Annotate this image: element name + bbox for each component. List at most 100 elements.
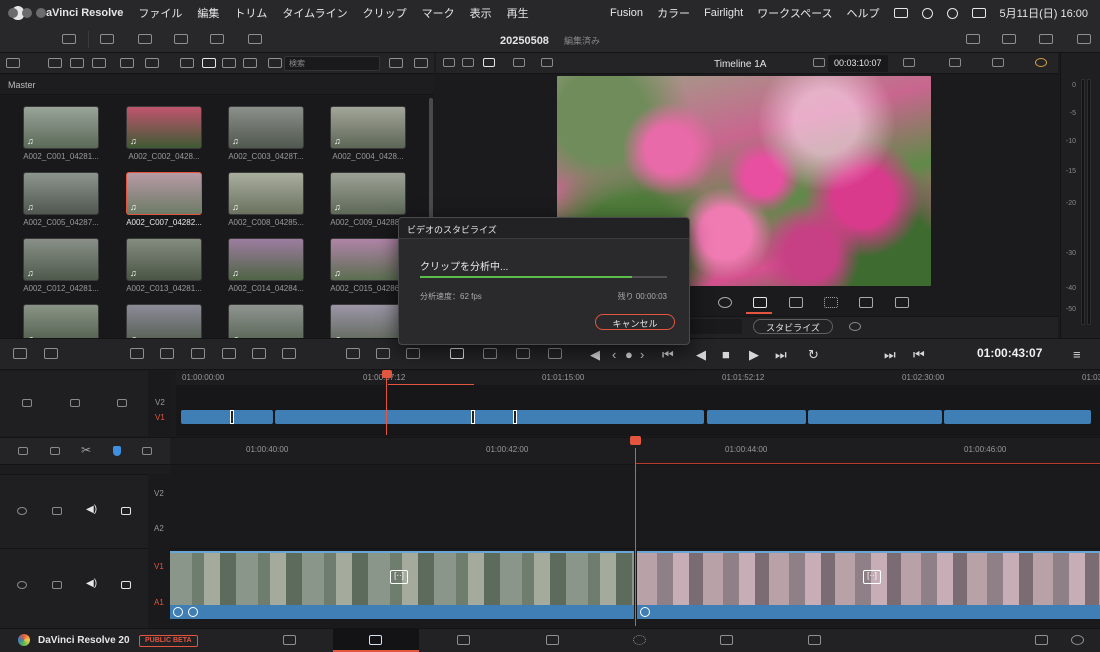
smart-reframe-icon[interactable]: [824, 297, 838, 308]
close-up-icon[interactable]: [222, 348, 236, 359]
clip-thumbnail[interactable]: ♫: [228, 238, 304, 281]
media-clip[interactable]: ♫ A002_C014_04284...: [215, 238, 317, 293]
menu-workspace[interactable]: ワークスペース: [757, 5, 832, 21]
safe-area-icon[interactable]: [376, 348, 390, 359]
media-clip[interactable]: ♫: [113, 304, 215, 338]
cancel-button[interactable]: キャンセル: [595, 314, 675, 330]
control-center-icon[interactable]: [971, 8, 986, 18]
zoom-fit-icon[interactable]: [548, 348, 562, 359]
media-clip[interactable]: ♫ A002_C001_04281...: [10, 106, 112, 161]
clip-thumbnail[interactable]: ♫: [126, 304, 202, 338]
jog-dot-icon[interactable]: ●: [625, 347, 633, 362]
previous-edit-icon[interactable]: ⏮: [913, 347, 925, 363]
wifi-icon[interactable]: [921, 7, 933, 19]
export-clip-icon[interactable]: [895, 297, 909, 308]
menu-edit[interactable]: 編集: [197, 5, 219, 21]
clip-thumbnail[interactable]: ♫: [330, 304, 406, 338]
split-clip-icon[interactable]: [346, 348, 360, 359]
upper-playhead[interactable]: [382, 370, 392, 378]
timeline-clip[interactable]: [181, 410, 273, 424]
smart-insert-icon[interactable]: [130, 348, 144, 359]
spotlight-icon[interactable]: [946, 7, 958, 19]
zoom-window-icon[interactable]: [36, 8, 46, 18]
timeline-clip[interactable]: [944, 410, 1091, 424]
clip-thumbnail[interactable]: ♫: [23, 106, 99, 149]
lower-playhead[interactable]: [630, 436, 641, 445]
home-icon[interactable]: [1035, 635, 1048, 645]
settings-gear-icon[interactable]: [1071, 635, 1084, 645]
music-icon[interactable]: [859, 297, 873, 308]
menu-fusion[interactable]: Fusion: [610, 7, 643, 19]
source-icon[interactable]: [541, 58, 553, 67]
snapping-icon[interactable]: [142, 447, 152, 455]
place-on-top-icon[interactable]: [252, 348, 266, 359]
edit-page-icon[interactable]: [457, 635, 470, 645]
scissors-icon[interactable]: ✂: [81, 443, 91, 457]
marker-out-icon[interactable]: [44, 348, 58, 359]
media-clip[interactable]: ♫ A002_C004_0428...: [317, 106, 419, 161]
play-icon[interactable]: ▶: [749, 347, 759, 363]
next-edit-icon[interactable]: ⏭: [884, 347, 896, 363]
media-clip[interactable]: ♫ A002_C005_04287...: [10, 172, 112, 227]
timeline-clip[interactable]: [808, 410, 942, 424]
clip-thumbnail[interactable]: ♫: [330, 238, 406, 281]
minimize-window-icon[interactable]: [22, 8, 32, 18]
fx-icon[interactable]: [640, 607, 650, 617]
media-clip[interactable]: ♫ A002_C003_0428T...: [215, 106, 317, 161]
media-clip[interactable]: ♫: [10, 304, 112, 338]
share-icon[interactable]: [966, 34, 980, 44]
search-input[interactable]: 検索: [284, 56, 380, 71]
track-height-icon[interactable]: [17, 507, 27, 515]
jog-left-icon[interactable]: ‹: [612, 347, 616, 362]
cloud-icon[interactable]: [92, 58, 106, 68]
media-clip[interactable]: ♫ A002_C002_0428...: [113, 106, 215, 161]
sliders-icon[interactable]: [450, 348, 464, 359]
speed-icon[interactable]: [718, 297, 732, 308]
upper-ruler[interactable]: [176, 371, 1100, 385]
clip-thumbnail[interactable]: ♫: [23, 238, 99, 281]
timeline-clip[interactable]: [275, 410, 704, 424]
deliver-page-icon[interactable]: [808, 635, 821, 645]
cut-page-icon[interactable]: [369, 635, 382, 645]
menu-app[interactable]: DaVinci Resolve: [38, 7, 123, 19]
media-clip[interactable]: ♫ A002_C007_04282...: [113, 172, 215, 227]
metadata-view-icon[interactable]: [180, 58, 194, 68]
menu-mark[interactable]: マーク: [422, 5, 455, 21]
timeline-name-dropdown[interactable]: Timeline 1A: [714, 59, 766, 70]
close-window-icon[interactable]: [8, 8, 18, 18]
stabilize-camera-icon[interactable]: [753, 297, 767, 308]
microphone-icon[interactable]: [483, 348, 497, 359]
media-clip[interactable]: ♫: [215, 304, 317, 338]
color-wheel-icon[interactable]: [1035, 58, 1047, 67]
keyboard-icon[interactable]: [893, 8, 908, 18]
clip-thumbnail[interactable]: ♫: [228, 106, 304, 149]
mixer-icon[interactable]: [1039, 34, 1053, 44]
timeline-clip[interactable]: [707, 410, 806, 424]
waveform-icon[interactable]: [406, 348, 420, 359]
link-icon[interactable]: [145, 58, 159, 68]
reverse-icon[interactable]: ◀: [696, 347, 706, 363]
menu-trim[interactable]: トリム: [234, 5, 267, 21]
fullscreen-icon[interactable]: [1002, 34, 1016, 44]
menu-timeline[interactable]: タイムライン: [282, 5, 347, 21]
inspector-icon[interactable]: [1077, 34, 1091, 44]
bin-list-icon[interactable]: [6, 58, 20, 68]
speaker-icon[interactable]: ◀): [86, 504, 97, 515]
speaker-icon[interactable]: ◀): [86, 578, 97, 589]
audio-track-icon[interactable]: [117, 399, 127, 407]
edit-point-marker[interactable]: [230, 410, 234, 424]
track-height-icon[interactable]: [17, 581, 27, 589]
refresh-icon[interactable]: [414, 58, 428, 68]
source-overwrite-icon[interactable]: [282, 348, 296, 359]
menu-icon[interactable]: ≡: [1073, 347, 1081, 362]
clip-thumbnail[interactable]: ♫: [228, 304, 304, 338]
edit-point-marker[interactable]: [513, 410, 517, 424]
menu-view[interactable]: 表示: [470, 5, 492, 21]
viewer-mode-icon[interactable]: [903, 58, 915, 67]
ripple-overwrite-icon[interactable]: [191, 348, 205, 359]
color-page-icon[interactable]: [633, 635, 646, 645]
loop-icon[interactable]: ↻: [808, 347, 819, 363]
marker-in-icon[interactable]: [13, 348, 27, 359]
fusion-page-icon[interactable]: [546, 635, 559, 645]
audio-clip[interactable]: [170, 605, 634, 619]
